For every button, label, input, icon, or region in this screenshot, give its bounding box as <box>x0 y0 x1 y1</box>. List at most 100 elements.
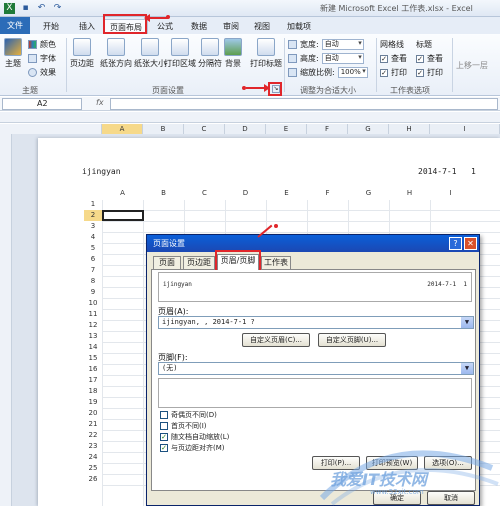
row-header[interactable]: 24 <box>84 452 102 463</box>
headings-print-checkbox[interactable]: ✓ 打印 <box>416 67 443 78</box>
tab-view[interactable]: 视图 <box>247 19 277 34</box>
footer-select[interactable]: (无) ▼ <box>158 362 474 375</box>
separator <box>376 38 377 92</box>
gridlines-view-checkbox[interactable]: ✓ 查看 <box>380 53 407 64</box>
page-setup-group-label: 页面设置 <box>152 86 184 95</box>
custom-header-button[interactable]: 自定义页眉(C)... <box>242 333 310 347</box>
redo-icon[interactable]: ↷ <box>52 3 63 14</box>
tab-addins[interactable]: 加载项 <box>282 19 316 34</box>
row-header[interactable]: 3 <box>84 221 102 232</box>
sheet-options-group-label: 工作表选项 <box>390 86 430 95</box>
width-select[interactable]: 自动 <box>321 39 364 50</box>
row-header[interactable]: 12 <box>84 320 102 331</box>
gridlines-print-checkbox[interactable]: ✓ 打印 <box>380 67 407 78</box>
column-header[interactable]: C <box>184 124 225 134</box>
column-header[interactable]: H <box>389 124 430 134</box>
row-header[interactable]: 18 <box>84 386 102 397</box>
undo-icon[interactable]: ↶ <box>36 3 47 14</box>
row-header[interactable]: 16 <box>84 364 102 375</box>
row-header[interactable]: 14 <box>84 342 102 353</box>
page-header-left[interactable]: ijingyan <box>82 167 121 176</box>
page-header-right[interactable]: 2014-7-1 1 <box>418 167 476 176</box>
tab-insert[interactable]: 插入 <box>72 19 102 34</box>
row-header[interactable]: 23 <box>84 441 102 452</box>
row-header[interactable]: 11 <box>84 309 102 320</box>
print-titles-button[interactable]: 打印标题 <box>250 38 282 69</box>
column-header[interactable]: D <box>225 124 266 134</box>
tab-data[interactable]: 数据 <box>184 19 214 34</box>
row-header[interactable]: 20 <box>84 408 102 419</box>
help-icon[interactable]: ? <box>449 237 462 250</box>
tab-home[interactable]: 开始 <box>36 19 66 34</box>
row-header[interactable]: 10 <box>84 298 102 309</box>
theme-fonts-button[interactable]: 字体 <box>28 53 56 64</box>
row-header[interactable]: 8 <box>84 276 102 287</box>
custom-footer-button[interactable]: 自定义页脚(U)... <box>318 333 386 347</box>
tab-margins[interactable]: 页边距 <box>183 256 215 269</box>
row-header[interactable]: 17 <box>84 375 102 386</box>
column-header[interactable]: I <box>430 124 500 134</box>
formula-input[interactable] <box>110 98 498 110</box>
name-box[interactable]: A2 <box>2 98 82 110</box>
row-header[interactable]: 15 <box>84 353 102 364</box>
tab-header-footer[interactable]: 页眉/页脚 <box>217 254 259 270</box>
fonts-icon <box>28 54 37 63</box>
column-header[interactable]: B <box>143 124 184 134</box>
theme-effects-button[interactable]: 效果 <box>28 67 56 78</box>
row-header[interactable]: 19 <box>84 397 102 408</box>
row-header[interactable]: 6 <box>84 254 102 265</box>
height-select[interactable]: 自动 <box>321 53 364 64</box>
row-header[interactable]: 4 <box>84 232 102 243</box>
align-margins-checkbox[interactable]: ✓ 与页边距对齐(M) <box>160 443 225 453</box>
row-header[interactable]: 25 <box>84 463 102 474</box>
odd-even-checkbox[interactable]: 奇偶页不同(D) <box>160 410 217 420</box>
horizontal-ruler <box>0 112 500 123</box>
column-header[interactable]: G <box>348 124 389 134</box>
tab-formulas[interactable]: 公式 <box>150 19 180 34</box>
tab-sheet[interactable]: 工作表 <box>261 256 291 269</box>
grid-column-label: G <box>365 189 372 197</box>
scale-with-doc-checkbox[interactable]: ✓ 随文档自动缩放(L) <box>160 432 229 442</box>
close-icon[interactable]: ✕ <box>464 237 477 250</box>
row-header[interactable]: 26 <box>84 474 102 485</box>
tab-file[interactable]: 文件 <box>0 17 30 34</box>
scale-input[interactable]: 100% <box>337 67 368 78</box>
save-icon[interactable]: ▪ <box>20 3 31 14</box>
row-header[interactable]: 7 <box>84 265 102 276</box>
grid-column-label: A <box>120 189 125 197</box>
annotation-dot <box>166 15 170 19</box>
themes-button[interactable]: 主题 <box>4 38 22 69</box>
dialog-title[interactable]: 页面设置 <box>147 235 479 252</box>
print-area-button[interactable]: 打印区域 <box>164 38 196 69</box>
tab-page[interactable]: 页面 <box>153 256 181 269</box>
row-header[interactable]: 5 <box>84 243 102 254</box>
scale-icon <box>288 68 297 77</box>
column-header[interactable]: E <box>266 124 307 134</box>
margins-button[interactable]: 页边距 <box>70 38 94 69</box>
row-header[interactable]: 22 <box>84 430 102 441</box>
row-header[interactable]: 1 <box>84 199 102 210</box>
row-header[interactable]: 9 <box>84 287 102 298</box>
theme-colors-button[interactable]: 颜色 <box>28 39 56 50</box>
row-header[interactable]: 13 <box>84 331 102 342</box>
height-icon <box>288 54 297 63</box>
bring-forward-button[interactable]: 上移一层 <box>456 60 488 71</box>
header-select[interactable]: ijingyan, , 2014-7-1 ? ▼ <box>158 316 474 329</box>
active-cell-a2[interactable] <box>102 210 144 221</box>
background-button[interactable]: 背景 <box>224 38 242 69</box>
tab-review[interactable]: 审阅 <box>216 19 246 34</box>
headings-view-checkbox[interactable]: ✓ 查看 <box>416 53 443 64</box>
row-header[interactable]: 2 <box>84 210 102 221</box>
annotation-box <box>268 82 282 96</box>
margins-icon <box>73 38 91 56</box>
select-all-corner[interactable] <box>0 124 102 134</box>
column-header[interactable]: F <box>307 124 348 134</box>
orientation-button[interactable]: 纸张方向 <box>100 38 132 69</box>
column-header[interactable]: A <box>102 124 143 134</box>
window-title: 新建 Microsoft Excel 工作表.xlsx - Excel <box>320 4 473 13</box>
breaks-button[interactable]: 分隔符 <box>198 38 222 69</box>
size-button[interactable]: 纸张大小 <box>134 38 166 69</box>
row-header[interactable]: 21 <box>84 419 102 430</box>
fx-icon[interactable]: fx <box>96 98 104 107</box>
first-page-checkbox[interactable]: 首页不同(I) <box>160 421 207 431</box>
